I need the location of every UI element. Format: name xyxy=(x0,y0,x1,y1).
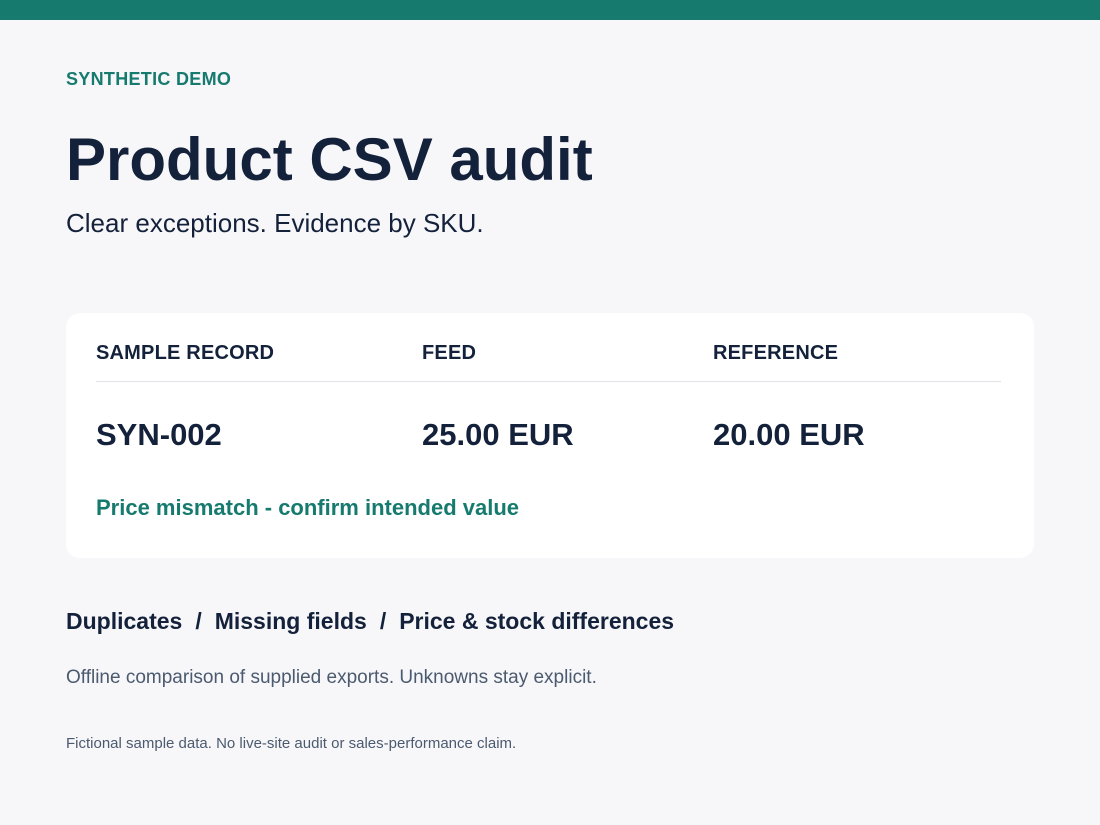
sample-sku-value: SYN-002 xyxy=(96,417,222,452)
column-header-reference: REFERENCE xyxy=(713,342,839,364)
footnote-disclaimer: Fictional sample data. No live-site audi… xyxy=(66,735,517,752)
check-item-duplicates: Duplicates xyxy=(66,608,183,634)
sample-record-card: SAMPLE RECORD FEED REFERENCE SYN-002 25.… xyxy=(66,313,1034,558)
top-accent-bar xyxy=(0,0,1100,20)
audit-checks-list: Duplicates / Missing fields / Price & st… xyxy=(66,608,674,635)
check-separator: / xyxy=(195,608,202,634)
feed-price-value: 25.00 EUR xyxy=(422,417,574,452)
column-header-feed: FEED xyxy=(422,342,477,364)
eyebrow-label: SYNTHETIC DEMO xyxy=(66,69,232,89)
check-item-price-stock: Price & stock differences xyxy=(399,608,675,634)
reference-price-value: 20.00 EUR xyxy=(713,417,865,452)
page-title: Product CSV audit xyxy=(66,126,593,193)
check-item-missing-fields: Missing fields xyxy=(214,608,367,634)
column-header-sample-record: SAMPLE RECORD xyxy=(96,342,275,364)
page-subtitle: Clear exceptions. Evidence by SKU. xyxy=(66,208,484,238)
check-separator: / xyxy=(379,608,387,634)
header-divider xyxy=(96,381,1001,382)
mismatch-status-note: Price mismatch - confirm intended value xyxy=(96,495,520,520)
description-text: Offline comparison of supplied exports. … xyxy=(66,667,597,688)
